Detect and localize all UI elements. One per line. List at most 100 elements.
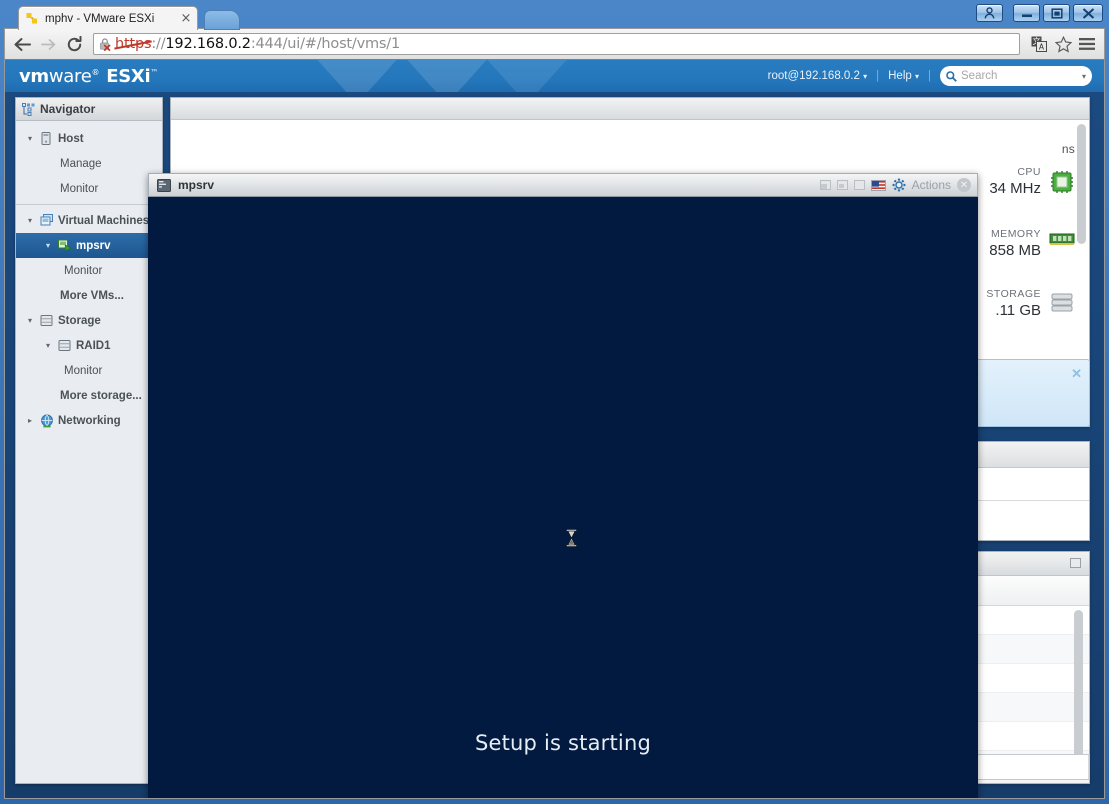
sidebar-item-mpsrv[interactable]: ▾ mpsrv [16, 233, 162, 258]
sidebar-item-label: Manage [60, 157, 102, 170]
reload-button[interactable] [63, 33, 85, 55]
sidebar-item-virtual-machines[interactable]: ▾ Virtual Machines [16, 208, 162, 233]
sidebar-item-more-storage[interactable]: More storage... [16, 383, 162, 408]
browser-tab[interactable]: mphv - VMware ESXi × [18, 6, 198, 30]
console-screen-icon [157, 178, 171, 192]
search-input[interactable]: Search ▾ [940, 66, 1092, 86]
vm-console-window: mpsrv Actions ✕ Setup is starting [148, 173, 978, 798]
twisty-icon[interactable]: ▾ [24, 134, 36, 143]
hourglass-wait-cursor-icon [566, 529, 577, 547]
help-menu-label: Help [888, 70, 912, 82]
memory-stat-label: MEMORY [990, 228, 1041, 240]
vm-summary-card-header [171, 98, 1089, 120]
search-icon [946, 70, 957, 82]
chevron-down-icon[interactable]: ▾ [1082, 72, 1086, 81]
translate-icon[interactable]: 文 A [1028, 33, 1050, 55]
menu-icon[interactable] [1076, 33, 1098, 55]
bookmark-star-icon[interactable] [1052, 33, 1074, 55]
sidebar-item-label: Monitor [60, 182, 99, 195]
browser-window: mphv - VMware ESXi × https://192.168.0.2… [4, 3, 1105, 799]
sidebar-item-networking[interactable]: ▸ Networking [16, 408, 162, 433]
summary-scrollbar-thumb[interactable] [1077, 124, 1086, 244]
memory-stat-value: 858 MB [989, 242, 1041, 259]
cpu-stat-value: 34 MHz [989, 180, 1041, 197]
sidebar-item-label: Monitor [64, 264, 103, 277]
twisty-icon[interactable]: ▾ [42, 341, 54, 350]
os-window: mphv - VMware ESXi × https://192.168.0.2… [0, 0, 1109, 804]
console-window-mode-1-icon[interactable] [819, 180, 831, 190]
vm-console-title: mpsrv [178, 178, 215, 192]
vm-console-titlebar[interactable]: mpsrv Actions ✕ [148, 173, 978, 197]
sidebar-item-raid1[interactable]: ▾ RAID1 [16, 333, 162, 358]
sidebar-item-host-monitor[interactable]: Monitor [16, 176, 162, 201]
sidebar-item-label: More storage... [60, 389, 142, 402]
close-icon[interactable]: × [179, 11, 193, 26]
storage-icon [40, 314, 54, 328]
url-separator: :// [151, 36, 166, 52]
close-icon[interactable]: ✕ [957, 178, 971, 192]
navigator-panel: Navigator ▾ Host Manage Monitor ▾ Virtua… [15, 97, 163, 784]
url-host: 192.168.0.2 [165, 36, 251, 52]
storage-stat: STORAGE .11 GB [986, 288, 1075, 319]
header-decor-3 [475, 60, 579, 92]
vm-group-icon [40, 213, 54, 228]
logo-product: ESXi [106, 65, 151, 87]
sidebar-item-label: Networking [58, 414, 121, 427]
sidebar-item-label: Monitor [64, 364, 103, 377]
chevron-down-icon: ▾ [863, 72, 868, 81]
sidebar-item-mpsrv-monitor[interactable]: Monitor [16, 258, 162, 283]
search-placeholder: Search [961, 70, 998, 82]
sidebar-item-host[interactable]: ▾ Host [16, 126, 162, 151]
console-window-mode-3-icon[interactable] [853, 180, 865, 190]
twisty-icon[interactable]: ▾ [24, 216, 36, 225]
sidebar-item-label: RAID1 [76, 339, 111, 352]
storage-disk-icon [1049, 292, 1075, 316]
sidebar-item-label: More VMs... [60, 289, 124, 302]
sidebar-item-raid1-monitor[interactable]: Monitor [16, 358, 162, 383]
console-actions-label[interactable]: Actions [912, 178, 951, 192]
keyboard-layout-flag-icon[interactable] [870, 179, 886, 191]
forward-button [37, 33, 59, 55]
minimize-box-icon[interactable] [1070, 558, 1081, 568]
twisty-icon[interactable]: ▾ [24, 316, 36, 325]
divider [16, 204, 162, 205]
back-button[interactable] [11, 33, 33, 55]
url-text: https://192.168.0.2:444/ui/#/host/vms/1 [115, 36, 400, 52]
logo-tm: ™ [150, 67, 159, 77]
cpu-stat-label: CPU [1017, 166, 1041, 178]
user-menu[interactable]: root@192.168.0.2 ▾ [768, 70, 867, 82]
sidebar-item-more-vms[interactable]: More VMs... [16, 283, 162, 308]
browser-tab-title: mphv - VMware ESXi [45, 12, 155, 25]
separator-2: | [928, 70, 931, 82]
logo-reg: ® [91, 67, 100, 77]
insecure-certificate-icon[interactable] [98, 37, 112, 51]
cpu-icon [1049, 170, 1075, 194]
logo-vm: vm [19, 65, 49, 87]
url-scheme: https [115, 36, 152, 52]
separator-1: | [876, 70, 880, 82]
twisty-icon[interactable]: ▾ [42, 241, 54, 250]
task-scrollbar-thumb[interactable] [1074, 610, 1083, 770]
sidebar-item-host-manage[interactable]: Manage [16, 151, 162, 176]
user-menu-label: root@192.168.0.2 [767, 70, 860, 82]
help-menu[interactable]: Help ▾ [888, 70, 919, 82]
memory-stat: MEMORY 858 MB [989, 228, 1075, 259]
url-path: :444/ui/#/host/vms/1 [250, 36, 400, 52]
cpu-stat: CPU 34 MHz [989, 166, 1075, 197]
setup-status-message: Setup is starting [474, 731, 652, 755]
sidebar-item-storage[interactable]: ▾ Storage [16, 308, 162, 333]
page-viewport: vmware® ESXi™ root@192.168.0.2 ▾ | Help ▾… [4, 60, 1105, 799]
close-icon[interactable]: ✕ [1071, 365, 1082, 383]
sidebar-item-label: Storage [58, 314, 101, 327]
esxi-header: vmware® ESXi™ root@192.168.0.2 ▾ | Help ▾… [5, 60, 1104, 92]
twisty-icon[interactable]: ▸ [24, 416, 36, 425]
new-tab-button[interactable] [204, 10, 240, 30]
vm-console-screen[interactable]: Setup is starting [148, 197, 978, 798]
esxi-header-right: root@192.168.0.2 ▾ | Help ▾ | Search ▾ [768, 66, 1092, 86]
console-window-mode-2-icon[interactable] [836, 180, 848, 190]
url-bar[interactable]: https://192.168.0.2:444/ui/#/host/vms/1 [93, 33, 1020, 55]
networking-icon [40, 414, 54, 428]
logo-ware: ware [48, 65, 92, 87]
gear-icon[interactable] [892, 178, 906, 192]
vm-running-icon [58, 239, 72, 253]
